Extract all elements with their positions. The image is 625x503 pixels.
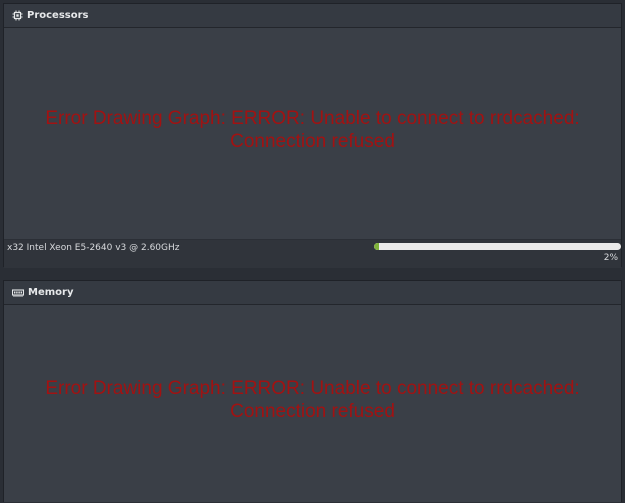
processors-footer: x32 Intel Xeon E5-2640 v3 @ 2.60GHz 2% [4,240,621,268]
memory-panel-title: Memory [28,287,74,298]
memory-module-icon [12,288,24,298]
cpu-model-label: x32 Intel Xeon E5-2640 v3 @ 2.60GHz [7,243,180,253]
error-line-1: Error Drawing Graph: ERROR: Unable to co… [45,107,580,129]
error-line-2: Connection refused [230,130,395,152]
graph-error-message: Error Drawing Graph: ERROR: Unable to co… [23,377,603,423]
processors-panel-title: Processors [27,10,89,21]
cpu-usage-progress-bar [374,243,621,250]
graph-error-message: Error Drawing Graph: ERROR: Unable to co… [23,107,603,153]
processors-graph: Error Drawing Graph: ERROR: Unable to co… [4,28,621,240]
error-line-1: Error Drawing Graph: ERROR: Unable to co… [45,377,580,399]
memory-panel-header[interactable]: Memory [4,281,621,305]
error-line-2: Connection refused [230,400,395,422]
memory-graph: Error Drawing Graph: ERROR: Unable to co… [4,305,621,503]
cpu-usage-percent: 2% [603,253,618,263]
cpu-usage-progress-fill [374,243,379,250]
memory-panel: Memory Error Drawing Graph: ERROR: Unabl… [3,280,622,503]
processors-panel-header[interactable]: Processors [4,4,621,28]
cpu-chip-icon [12,10,23,21]
processors-panel: Processors Error Drawing Graph: ERROR: U… [3,3,622,268]
